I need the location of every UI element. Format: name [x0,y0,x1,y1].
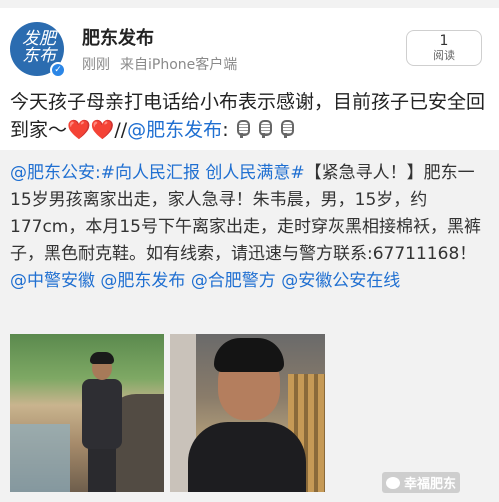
voice-icon [235,120,250,138]
mention-link[interactable]: @肥东公安 [10,163,95,183]
photo-figure-hair [214,338,284,372]
post-header: 发肥东布 ✓ 肥东发布 刚刚 来自iPhone客户端 1 阅读 [0,8,499,80]
post-source: 来自iPhone客户端 [120,57,238,73]
top-strip [0,0,499,8]
wechat-icon [386,477,400,489]
mention-link[interactable]: @肥东发布 [100,271,185,291]
photo-thumbnail[interactable] [10,334,164,492]
heart-emoji: ❤️ [67,119,91,141]
mention-link[interactable]: @肥东发布 [127,119,222,141]
voice-icon [257,120,272,138]
photo-water [10,424,70,492]
read-count-badge[interactable]: 1 阅读 [406,30,482,66]
photo-thumbnail[interactable] [170,334,325,492]
post-meta: 刚刚 来自iPhone客户端 [82,54,237,74]
mention-link[interactable]: @安徽公安在线 [281,271,400,291]
mention-link[interactable]: @中警安徽 [10,271,95,291]
topic-link[interactable]: :#向人民汇报 创人民满意# [95,163,305,183]
read-label: 阅读 [433,49,455,62]
voice-icon [279,120,294,138]
status-text: 今天孩子母亲打电话给小布表示感谢，目前孩子已安全回到家～❤️❤️//@肥东发布: [10,88,490,144]
mention-colon: : [222,119,229,141]
photo-figure-body [188,422,306,492]
account-name[interactable]: 肥东发布 [82,24,154,50]
repost-text: @肥东公安:#向人民汇报 创人民满意#【紧急寻人！】肥东一15岁男孩离家出走，家… [10,160,490,295]
watermark: 幸福肥东 [382,472,461,493]
avatar-logo: 发肥东布 [22,29,56,66]
heart-emoji: ❤️ [90,119,115,141]
post-time: 刚刚 [82,57,110,73]
verified-icon: ✓ [50,62,66,78]
photo-figure-hair [90,352,114,364]
photo-figure-body [82,379,122,449]
watermark-text: 幸福肥东 [404,477,457,492]
repost-separator: // [114,119,128,141]
read-count: 1 [439,33,449,49]
mention-link[interactable]: @合肥警方 [191,271,276,291]
photo-figure-legs [88,446,116,492]
